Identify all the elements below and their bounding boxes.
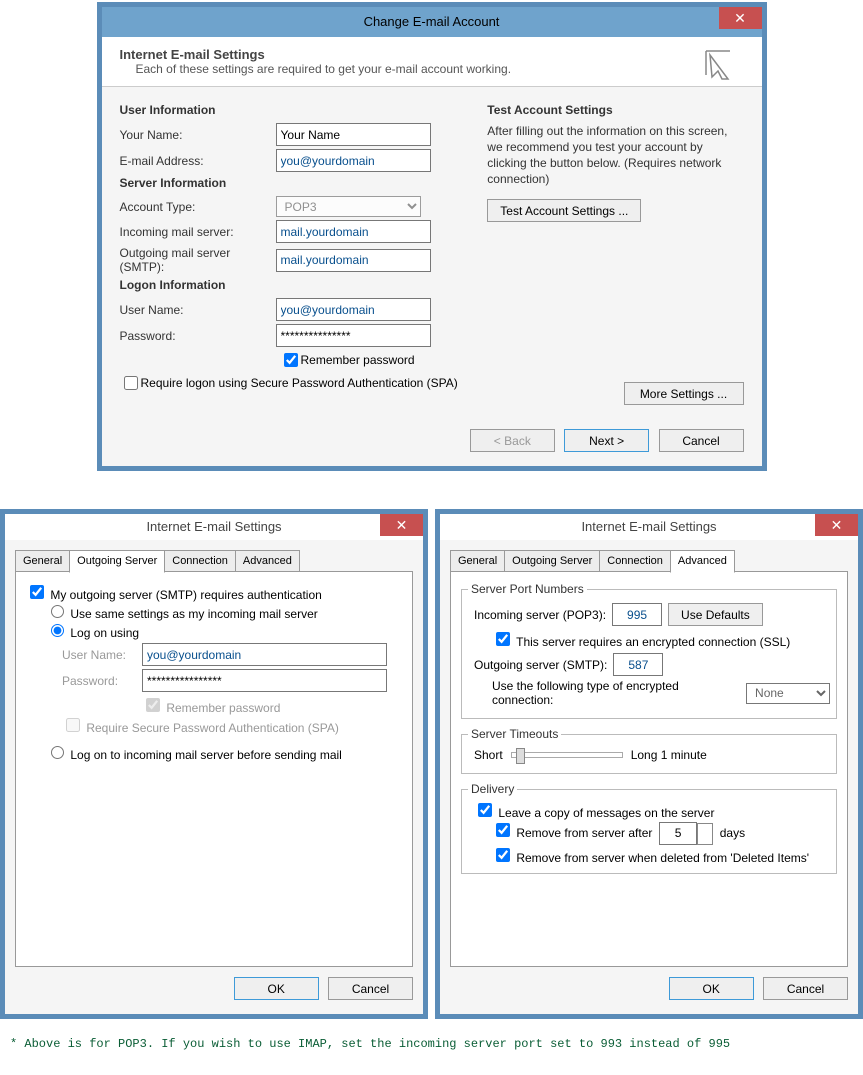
server-port-heading: Server Port Numbers [468,582,587,596]
remember-password-label: Remember password [166,701,280,715]
more-settings-button[interactable]: More Settings ... [624,382,744,405]
tab-outgoing-server[interactable]: Outgoing Server [69,550,165,573]
window-title: Change E-mail Account [364,14,500,29]
username-label: User Name: [120,303,276,317]
next-button[interactable]: Next > [564,429,649,452]
username-field[interactable] [276,298,431,321]
same-settings-label: Use same settings as my incoming mail se… [70,607,317,621]
short-label: Short [474,748,503,762]
tab-connection[interactable]: Connection [599,550,671,572]
remove-deleted-checkbox[interactable] [496,848,510,862]
cancel-button[interactable]: Cancel [659,429,744,452]
spa-label: Require logon using Secure Password Auth… [141,376,458,390]
leave-copy-label: Leave a copy of messages on the server [498,806,714,820]
outgoing-server-field[interactable] [276,249,431,272]
smtp-auth-checkbox[interactable] [30,585,44,599]
footnote: * Above is for POP3. If you wish to use … [0,1019,863,1075]
same-settings-radio[interactable] [51,605,64,618]
close-icon[interactable]: ✕ [719,7,762,29]
spa-label: Require Secure Password Authentication (… [86,721,339,735]
email-field[interactable] [276,149,431,172]
leave-copy-checkbox[interactable] [478,803,492,817]
logon-incoming-label: Log on to incoming mail server before se… [70,748,341,762]
outgoing-port-label: Outgoing server (SMTP): [474,658,607,672]
username-field[interactable] [142,643,387,666]
test-section-heading: Test Account Settings [487,103,743,117]
incoming-port-field[interactable] [612,603,662,626]
ok-button[interactable]: OK [669,977,754,1000]
incoming-server-label: Incoming mail server: [120,225,276,239]
remember-password-label: Remember password [301,353,415,367]
window-title: Internet E-mail Settings [581,519,716,534]
tab-general[interactable]: General [450,550,505,572]
cancel-button[interactable]: Cancel [763,977,848,1000]
cursor-icon [700,45,742,90]
outgoing-server-label: Outgoing mail server (SMTP): [120,246,276,274]
days-stepper[interactable] [697,823,713,845]
long-label: Long [631,748,658,762]
encryption-select[interactable]: None [746,683,830,704]
titlebar: Internet E-mail Settings ✕ [5,514,423,540]
tab-connection[interactable]: Connection [164,550,236,572]
use-defaults-button[interactable]: Use Defaults [668,603,763,626]
cancel-button[interactable]: Cancel [328,977,413,1000]
tab-advanced[interactable]: Advanced [235,550,300,572]
username-label: User Name: [62,648,142,662]
incoming-server-field[interactable] [276,220,431,243]
tab-outgoing-server[interactable]: Outgoing Server [504,550,600,572]
close-icon[interactable]: ✕ [815,514,858,536]
window-title: Internet E-mail Settings [146,519,281,534]
server-timeouts-group: Server Timeouts Short Long 1 minute [461,727,837,774]
page-heading: Internet E-mail Settings [120,47,744,62]
section-server-info: Server Information [120,176,474,190]
account-type-label: Account Type: [120,200,276,214]
timeout-slider[interactable] [511,752,623,758]
spa-checkbox[interactable] [124,376,138,390]
titlebar: Change E-mail Account ✕ [102,7,762,37]
section-user-info: User Information [120,103,474,117]
encryption-label: Use the following type of encrypted conn… [492,679,740,707]
account-type-select: POP3 [276,196,421,217]
your-name-field[interactable] [276,123,431,146]
ok-button[interactable]: OK [234,977,319,1000]
page-subheading: Each of these settings are required to g… [120,62,744,76]
test-account-button[interactable]: Test Account Settings ... [487,199,641,222]
titlebar: Internet E-mail Settings ✕ [440,514,858,540]
remove-after-days-field[interactable] [659,822,697,845]
log-on-using-radio[interactable] [51,624,64,637]
tab-advanced[interactable]: Advanced [670,550,735,573]
incoming-port-label: Incoming server (POP3): [474,608,606,622]
tab-general[interactable]: General [15,550,70,572]
password-label: Password: [62,674,142,688]
ssl-checkbox[interactable] [496,632,510,646]
test-section-text: After filling out the information on thi… [487,123,743,187]
password-field[interactable] [142,669,387,692]
days-label: days [720,826,745,840]
email-label: E-mail Address: [120,154,276,168]
section-logon-info: Logon Information [120,278,474,292]
remove-after-checkbox[interactable] [496,823,510,837]
remove-deleted-label: Remove from server when deleted from 'De… [516,851,809,865]
timeout-value: 1 minute [661,748,707,762]
spa-checkbox [66,718,80,732]
server-timeouts-heading: Server Timeouts [468,727,561,741]
server-port-group: Server Port Numbers Incoming server (POP… [461,582,837,719]
smtp-auth-label: My outgoing server (SMTP) requires authe… [50,588,321,602]
outgoing-port-field[interactable] [613,653,663,676]
password-label: Password: [120,329,276,343]
delivery-heading: Delivery [468,782,517,796]
delivery-group: Delivery Leave a copy of messages on the… [461,782,837,874]
log-on-using-label: Log on using [70,626,139,640]
back-button: < Back [470,429,555,452]
your-name-label: Your Name: [120,128,276,142]
password-field[interactable] [276,324,431,347]
remember-password-checkbox [146,698,160,712]
logon-incoming-radio[interactable] [51,746,64,759]
close-icon[interactable]: ✕ [380,514,423,536]
remove-after-label: Remove from server after [516,826,652,840]
ssl-label: This server requires an encrypted connec… [516,635,790,649]
remember-password-checkbox[interactable] [284,353,298,367]
